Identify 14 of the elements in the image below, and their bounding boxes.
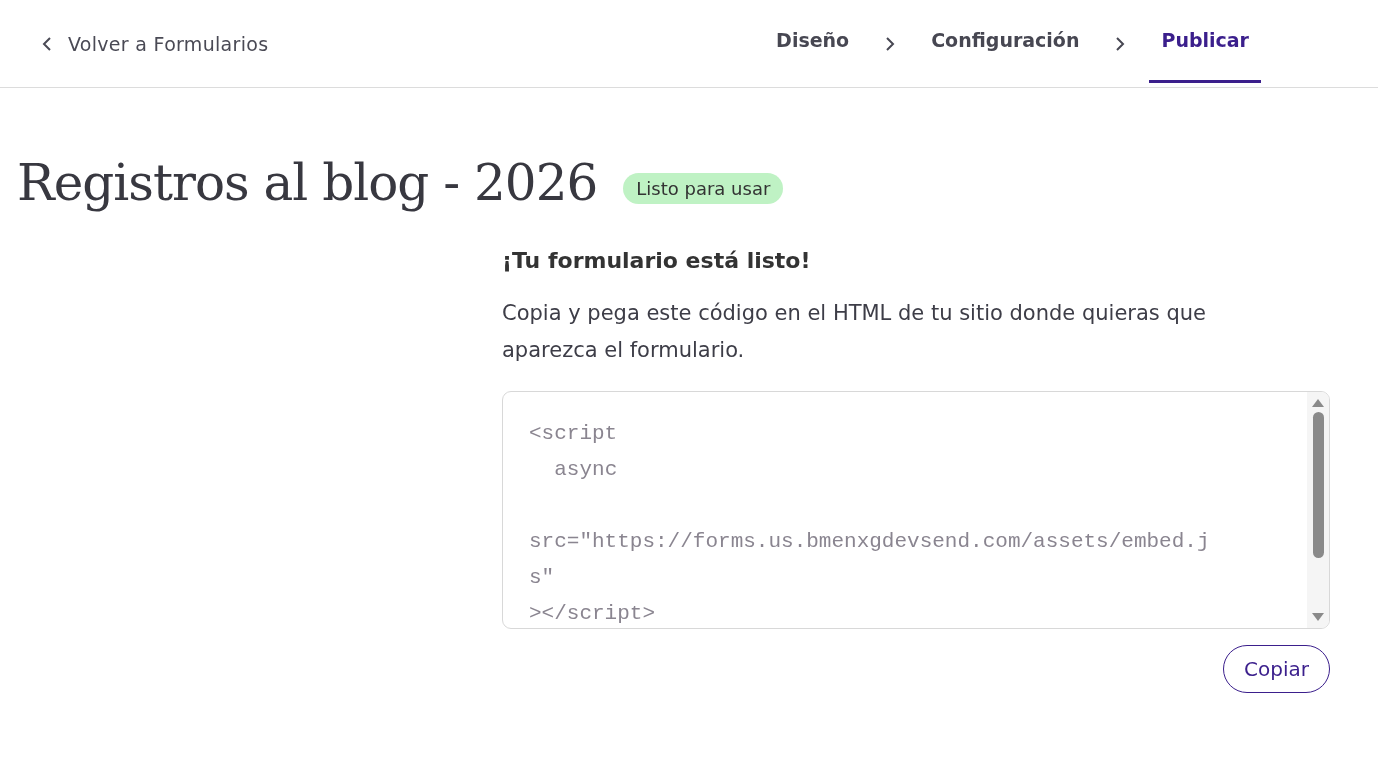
step-tab[interactable]: Configuración [919,0,1092,83]
chevron-left-icon [40,36,54,51]
step-tab[interactable]: Diseño [764,0,862,83]
form-title: Registros al blog - 2026 [17,154,598,212]
copy-button[interactable]: Copiar [1223,645,1330,693]
scrollbar-thumb[interactable] [1312,412,1324,558]
status-badge: Listo para usar [623,172,784,204]
scrollbar[interactable] [1307,392,1329,628]
step-tab[interactable]: Publicar [1149,0,1261,83]
code-field[interactable]: <script async src="https://forms.us.bmenxgdevsend.com/assets/embed.js" ></script> [502,391,1330,629]
section-heading: ¡Tu formulario está listo! [502,248,812,273]
scroll-down-icon[interactable] [1311,612,1325,622]
description-text: Copia y pega este código en el HTML de tu sitio donde quieras que aparezca el formulario. [502,300,1207,364]
scroll-up-icon[interactable] [1311,398,1325,408]
